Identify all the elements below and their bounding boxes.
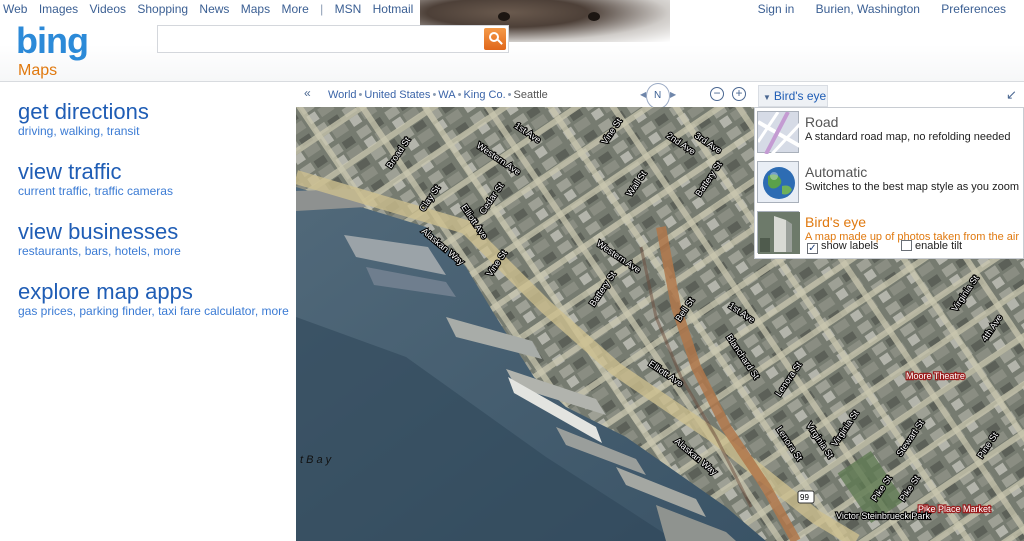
breadcrumb-world[interactable]: World [328,89,357,101]
breadcrumb-seattle: Seattle [513,89,548,101]
link-more[interactable]: more [153,244,180,258]
expand-icon[interactable]: ↙ [1006,87,1017,103]
bing-logo[interactable]: bing [16,20,89,61]
nav-shopping[interactable]: Shopping [137,2,188,16]
place-label: Victor Steinbrueck Park [836,511,930,521]
rotate-right-icon[interactable]: ▶ [670,90,676,99]
nav-separator: | [320,2,324,16]
location-link[interactable]: Burien, Washington [816,2,920,16]
top-navigation: Web Images Videos Shopping News Maps Mor… [0,0,1024,18]
breadcrumb-wa[interactable]: WA [438,89,455,101]
link-traffic-cameras[interactable]: traffic cameras [94,184,172,198]
collapse-panel-button[interactable]: « [304,86,311,100]
compass-north-label: N [654,90,662,101]
breadcrumb-united-states[interactable]: United States [364,89,430,101]
option-title: Automatic [805,164,868,180]
task-view-businesses: view businesses restaurants, bars, hotel… [18,219,181,258]
nav-web[interactable]: Web [3,2,27,16]
show-labels-label: show labels [821,240,879,252]
place-label: Moore Theatre [906,371,965,381]
nav-news[interactable]: News [199,2,229,16]
nav-maps[interactable]: Maps [241,2,270,16]
sign-in-link[interactable]: Sign in [758,2,795,16]
dropdown-caret-icon: ▼ [763,93,771,102]
birds-eye-thumbnail [758,212,800,254]
task-links: restaurants, bars, hotels, more [18,244,181,258]
link-driving[interactable]: driving [18,124,53,138]
task-links: gas prices, parking finder, taxi fare ca… [18,304,289,318]
section-title[interactable]: Maps [18,62,57,80]
preferences-link[interactable]: Preferences [941,2,1006,16]
water-label: t B a y [300,454,333,466]
search-icon-handle [497,39,503,45]
link-gas-prices[interactable]: gas prices [18,304,73,318]
task-view-traffic: view traffic current traffic, traffic ca… [18,159,173,198]
header: Web Images Videos Shopping News Maps Mor… [0,0,1024,82]
link-parking-finder[interactable]: parking finder [79,304,151,318]
show-labels-option[interactable]: ✓ show labels [807,240,878,254]
logo-text: bing [16,20,89,61]
birds-eye-icon [757,211,800,254]
top-nav-links: Web Images Videos Shopping News Maps Mor… [3,2,421,16]
style-option-automatic[interactable]: Automatic Switches to the best map style… [757,161,1021,207]
task-panel: get directions driving, walking, transit… [0,83,296,541]
rotate-left-icon[interactable]: ◀ [640,90,646,99]
style-option-birds-eye[interactable]: Bird's eye A map made up of photos taken… [757,211,1021,257]
task-title[interactable]: get directions [18,99,149,125]
link-taxi-fare-calculator[interactable]: taxi fare calculator [158,304,255,318]
nav-more[interactable]: More [281,2,308,16]
task-links: driving, walking, transit [18,124,140,138]
map-style-panel: Road A standard road map, no refolding n… [754,107,1024,259]
breadcrumb: World • United States • WA • King Co. • Seattle [328,89,548,101]
breadcrumb-king-co[interactable]: King Co. [463,89,505,101]
map-style-value: Bird's eye [773,89,827,103]
task-title[interactable]: view businesses [18,219,181,245]
nav-msn[interactable]: MSN [335,2,362,16]
road-map-icon [756,111,802,156]
bing-maps-page: Web Images Videos Shopping News Maps Mor… [0,0,1024,541]
link-more-apps[interactable]: more [261,304,288,318]
nav-images[interactable]: Images [39,2,78,16]
style-option-road[interactable]: Road A standard road map, no refolding n… [756,111,1021,157]
enable-tilt-checkbox[interactable] [901,240,912,251]
task-title[interactable]: view traffic [18,159,173,185]
search-input[interactable] [158,26,480,52]
option-title: Road [805,114,839,130]
route-shield-label: 99 [800,493,809,502]
enable-tilt-label: enable tilt [915,240,963,252]
show-labels-checkbox[interactable]: ✓ [807,243,818,254]
link-restaurants[interactable]: restaurants [18,244,78,258]
link-current-traffic[interactable]: current traffic [18,184,88,198]
road-map-thumbnail [756,111,802,156]
nav-hotmail[interactable]: Hotmail [373,2,414,16]
globe-thumbnail [763,167,795,199]
top-nav-right: Sign in Burien, Washington Preferences [740,2,1006,16]
option-description: Switches to the best map style as you zo… [805,181,1019,193]
map-toolbar: « World • United States • WA • King Co. • Seattl… [296,83,1024,109]
link-bars[interactable]: bars [85,244,108,258]
link-hotels[interactable]: hotels [115,244,147,258]
task-links: current traffic, traffic cameras [18,184,173,198]
option-title: Bird's eye [805,214,867,230]
task-explore-map-apps: explore map apps gas prices, parking fin… [18,279,289,318]
task-get-directions: get directions driving, walking, transit [18,99,149,138]
nav-videos[interactable]: Videos [90,2,126,16]
globe-icon [757,161,799,203]
search-box [157,25,509,53]
link-transit[interactable]: transit [107,124,140,138]
compass-control[interactable]: ◀ N ▶ [640,83,676,109]
zoom-out-button[interactable]: − [710,87,724,101]
option-description: A standard road map, no refolding needed [805,131,1011,143]
map-style-dropdown[interactable]: ▼ Bird's eye [758,85,828,107]
enable-tilt-option[interactable]: enable tilt [901,240,962,252]
search-button[interactable] [484,28,506,50]
task-title[interactable]: explore map apps [18,279,289,305]
zoom-in-button[interactable]: + [732,87,746,101]
link-walking[interactable]: walking [60,124,100,138]
